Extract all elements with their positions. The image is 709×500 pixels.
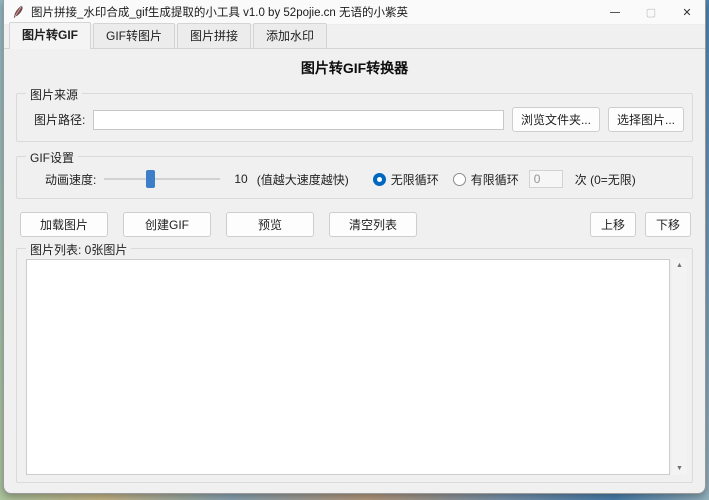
loop-count-input[interactable] — [529, 170, 563, 188]
image-list-group-title: 图片列表: 0张图片 — [26, 241, 131, 258]
scroll-down-arrow-icon[interactable]: ▼ — [676, 465, 683, 472]
actions-row: 加载图片 创建GIF 预览 清空列表 上移 下移 — [20, 212, 691, 237]
loop-infinite-label: 无限循环 — [391, 171, 439, 188]
left-actions: 加载图片 创建GIF 预览 清空列表 — [20, 212, 417, 237]
image-list-group: 图片列表: 0张图片 ▲ ▼ — [16, 248, 693, 483]
tab-pane-image-to-gif: 图片转GIF转换器 图片来源 图片路径: 浏览文件夹... 选择图片... GI… — [4, 49, 705, 493]
feather-app-icon — [11, 5, 25, 19]
image-path-input[interactable] — [93, 110, 504, 130]
tab-add-watermark[interactable]: 添加水印 — [253, 23, 327, 48]
close-button[interactable]: ✕ — [669, 0, 705, 24]
gif-settings-row: 动画速度: 10 (值越大速度越快) 无限循环 有限循环 — [17, 157, 692, 198]
desktop: 图片拼接_水印合成_gif生成提取的小工具 v1.0 by 52pojie.cn… — [0, 0, 709, 500]
right-actions: 上移 下移 — [590, 212, 691, 237]
image-listbox[interactable] — [26, 259, 670, 475]
app-window: 图片拼接_水印合成_gif生成提取的小工具 v1.0 by 52pojie.cn… — [3, 0, 706, 494]
radio-selected-icon — [373, 173, 386, 186]
animation-speed-hint: (值越大速度越快) — [257, 171, 349, 188]
loop-count-suffix: 次 (0=无限) — [575, 171, 636, 188]
move-down-button[interactable]: 下移 — [645, 212, 691, 237]
tab-gif-to-image[interactable]: GIF转图片 — [93, 23, 175, 48]
browse-folder-button[interactable]: 浏览文件夹... — [512, 107, 600, 132]
loop-finite-label: 有限循环 — [471, 171, 519, 188]
radio-unselected-icon — [453, 173, 466, 186]
preview-button[interactable]: 预览 — [226, 212, 314, 237]
tab-image-stitch[interactable]: 图片拼接 — [177, 23, 251, 48]
loop-infinite-radio[interactable]: 无限循环 — [373, 171, 439, 188]
window-controls: ▢ ✕ — [597, 0, 705, 24]
gif-settings-group: GIF设置 动画速度: 10 (值越大速度越快) 无限循环 — [16, 156, 693, 199]
list-scrollbar[interactable]: ▲ ▼ — [672, 259, 687, 475]
gif-settings-group-title: GIF设置 — [26, 149, 78, 166]
image-path-row: 图片路径: 浏览文件夹... 选择图片... — [17, 94, 692, 141]
animation-speed-value: 10 — [234, 172, 247, 186]
select-images-button[interactable]: 选择图片... — [608, 107, 684, 132]
minimize-icon — [610, 12, 620, 13]
tab-bar: 图片转GIF GIF转图片 图片拼接 添加水印 — [4, 25, 705, 49]
move-up-button[interactable]: 上移 — [590, 212, 636, 237]
minimize-button[interactable] — [597, 0, 633, 24]
clear-list-button[interactable]: 清空列表 — [329, 212, 417, 237]
slider-track[interactable] — [104, 178, 220, 180]
slider-handle[interactable] — [146, 170, 155, 188]
image-source-group-title: 图片来源 — [26, 86, 82, 103]
animation-speed-slider[interactable] — [104, 170, 220, 188]
loop-finite-radio[interactable]: 有限循环 — [453, 171, 519, 188]
scroll-up-arrow-icon[interactable]: ▲ — [676, 262, 683, 269]
tab-image-to-gif[interactable]: 图片转GIF — [9, 22, 91, 49]
page-title: 图片转GIF转换器 — [14, 51, 695, 87]
image-path-label: 图片路径: — [34, 111, 85, 128]
create-gif-button[interactable]: 创建GIF — [123, 212, 211, 237]
image-source-group: 图片来源 图片路径: 浏览文件夹... 选择图片... — [16, 93, 693, 142]
load-images-button[interactable]: 加载图片 — [20, 212, 108, 237]
animation-speed-label: 动画速度: — [45, 171, 96, 188]
window-title: 图片拼接_水印合成_gif生成提取的小工具 v1.0 by 52pojie.cn… — [31, 4, 408, 20]
title-bar[interactable]: 图片拼接_水印合成_gif生成提取的小工具 v1.0 by 52pojie.cn… — [4, 0, 705, 25]
maximize-button[interactable]: ▢ — [633, 0, 669, 24]
image-list-inner: ▲ ▼ — [17, 249, 692, 482]
